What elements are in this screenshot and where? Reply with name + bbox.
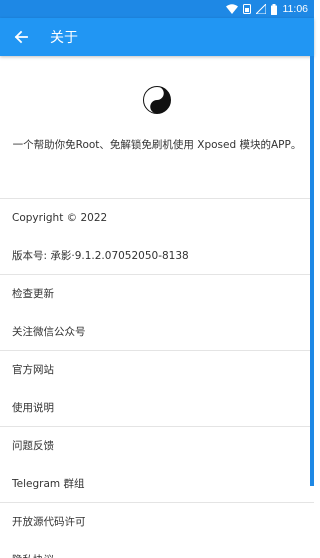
follow-wechat-row[interactable]: 关注微信公众号 — [0, 313, 314, 351]
check-update-row[interactable]: 检查更新 — [0, 275, 314, 313]
app-bar: 关于 — [0, 18, 314, 56]
scrollbar[interactable] — [310, 56, 314, 486]
official-site-row[interactable]: 官方网站 — [0, 351, 314, 389]
feedback-row[interactable]: 问题反馈 — [0, 427, 314, 465]
about-header: 一个帮助你免Root、免解锁免刷机使用 Xposed 模块的APP。 — [0, 56, 314, 199]
status-time: 11:06 — [282, 3, 309, 15]
sim-icon — [242, 4, 251, 14]
signal-icon — [255, 4, 266, 14]
about-content[interactable]: 一个帮助你免Root、免解锁免刷机使用 Xposed 模块的APP。 Copyr… — [0, 56, 314, 558]
version-row: 版本号: 承影·9.1.2.07052050-8138 — [12, 249, 189, 262]
battery-icon — [270, 3, 277, 15]
back-button[interactable] — [0, 18, 42, 56]
arrow-left-icon — [14, 30, 28, 44]
yin-yang-logo-icon — [143, 86, 171, 114]
telegram-row[interactable]: Telegram 群组 — [0, 465, 314, 503]
instructions-row[interactable]: 使用说明 — [0, 389, 314, 427]
copyright-row: Copyright © 2022 — [12, 211, 108, 224]
app-description: 一个帮助你免Root、免解锁免刷机使用 Xposed 模块的APP。 — [12, 139, 302, 151]
privacy-row[interactable]: 隐私协议 — [0, 541, 314, 558]
open-source-row[interactable]: 开放源代码许可 — [0, 503, 314, 541]
wifi-icon — [225, 4, 238, 14]
status-bar: 11:06 — [0, 0, 314, 18]
page-title: 关于 — [50, 30, 78, 46]
